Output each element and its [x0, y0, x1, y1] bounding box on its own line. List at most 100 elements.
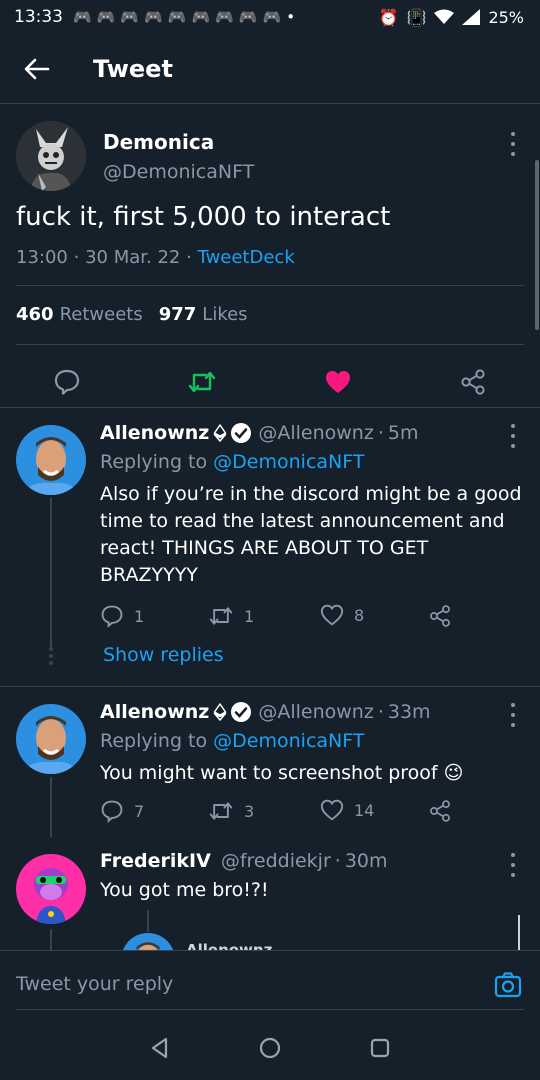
nav-recents-button[interactable] — [368, 1036, 392, 1060]
reply-author-handle[interactable]: @freddiekjr — [221, 850, 331, 872]
share-button[interactable] — [457, 366, 489, 398]
reply-header: Allenownz @Allenownz · 33m — [100, 701, 431, 723]
ethereum-icon — [214, 703, 227, 721]
user-avatar-image — [121, 933, 175, 950]
avatar[interactable] — [121, 933, 175, 950]
heart-icon — [320, 799, 344, 821]
reply-button[interactable]: 7 — [100, 799, 144, 823]
show-replies-link[interactable]: Show replies — [103, 644, 224, 666]
more-options-icon[interactable] — [508, 132, 518, 156]
more-options-icon[interactable] — [508, 853, 518, 877]
reply-icon — [101, 605, 123, 628]
demon-avatar-image — [16, 121, 86, 191]
signal-icon — [462, 9, 481, 25]
vibrate-icon: 📳 — [406, 7, 427, 27]
reply-author-name[interactable]: FrederikIV — [100, 850, 211, 872]
thread-line — [50, 777, 52, 837]
reply-text: You might want to screenshot proof 😉 — [100, 762, 464, 784]
nested-scroll-indicator — [518, 915, 520, 950]
notification-icon: 🎮 — [191, 7, 211, 26]
reply-author-handle[interactable]: @Allenownz — [258, 701, 373, 723]
thread-line — [50, 929, 52, 950]
reply-author-name[interactable]: Allenownz — [100, 701, 209, 723]
like-button[interactable] — [322, 366, 354, 398]
retweet-button[interactable] — [186, 366, 218, 398]
retweets-count[interactable]: 460 — [16, 304, 54, 325]
retweet-button[interactable]: 3 — [208, 799, 254, 823]
reply-icon — [54, 369, 80, 395]
nav-home-button[interactable] — [258, 1036, 282, 1060]
nested-author-name[interactable]: Allenownz — [186, 941, 272, 950]
reply-tweet[interactable]: FrederikIV @freddiekjr · 30m You got me … — [0, 837, 540, 950]
reply-tweet[interactable]: Allenownz @Allenownz · 33m Replying to @… — [0, 687, 540, 837]
app-header: Tweet — [0, 34, 540, 104]
retweet-button[interactable]: 1 — [208, 604, 254, 628]
notification-icon: 🎮 — [96, 7, 116, 26]
reply-actions: 7 3 14 — [100, 799, 500, 823]
separator: · — [377, 422, 384, 444]
reply-button[interactable]: 1 — [100, 604, 144, 628]
ape-avatar-image — [16, 854, 86, 924]
more-options-icon[interactable] — [508, 703, 518, 727]
notification-icon: 🎮 — [120, 7, 140, 26]
verified-badge-icon — [231, 702, 252, 722]
retweets-label[interactable]: Retweets — [60, 304, 143, 325]
user-avatar-image — [16, 704, 86, 774]
notification-icon: 🎮 — [238, 7, 258, 26]
share-button[interactable] — [428, 799, 452, 823]
reply-header: FrederikIV @freddiekjr · 30m — [100, 850, 388, 872]
reply-age: 30m — [344, 850, 388, 872]
nav-back-button[interactable] — [148, 1036, 172, 1060]
share-button[interactable] — [428, 604, 452, 628]
retweet-icon — [209, 802, 233, 820]
system-nav-bar — [0, 1014, 540, 1080]
reply-author-name[interactable]: Allenownz — [100, 422, 209, 444]
tweet-source-link[interactable]: TweetDeck — [198, 247, 295, 268]
like-button[interactable]: 8 — [320, 604, 364, 626]
retweet-icon — [209, 607, 233, 625]
reply-text: You got me bro!?! — [100, 879, 269, 901]
replying-prefix: Replying to — [100, 451, 208, 473]
reply-tweet[interactable]: Allenownz @Allenownz · 5m Replying to @D… — [0, 408, 540, 686]
tweet-actions — [0, 360, 540, 406]
replying-to-handle[interactable]: @DemonicaNFT — [213, 730, 364, 752]
notification-icon: 🎮 — [144, 7, 163, 26]
user-avatar-image — [16, 425, 86, 495]
replying-prefix: Replying to — [100, 730, 208, 752]
status-bar: 13:33 🎮 🎮 🎮 🎮 🎮 🎮 🎮 🎮 🎮 • ⏰ 📳 25% — [0, 0, 540, 34]
tweet-meta: 13:00 · 30 Mar. 22 · TweetDeck — [16, 247, 295, 268]
avatar[interactable] — [16, 854, 86, 924]
divider — [16, 285, 524, 286]
avatar[interactable] — [16, 704, 86, 774]
heart-icon — [320, 604, 344, 626]
notification-icon: 🎮 — [215, 7, 234, 26]
reply-author-handle[interactable]: @Allenownz — [258, 422, 373, 444]
replying-to-handle[interactable]: @DemonicaNFT — [213, 451, 364, 473]
like-count: 14 — [354, 800, 375, 820]
author-handle[interactable]: @DemonicaNFT — [103, 161, 254, 183]
reply-button[interactable] — [51, 366, 83, 398]
more-options-icon[interactable] — [508, 424, 518, 448]
like-button[interactable]: 14 — [320, 799, 374, 821]
reply-text: Also if you’re in the discord might be a… — [100, 483, 522, 586]
likes-count[interactable]: 977 — [159, 304, 197, 325]
square-recents-icon — [370, 1038, 390, 1058]
avatar[interactable] — [16, 121, 86, 191]
retweet-count: 1 — [244, 606, 255, 626]
likes-label[interactable]: Likes — [202, 304, 247, 325]
avatar[interactable] — [16, 425, 86, 495]
divider — [16, 344, 524, 345]
replying-to: Replying to @DemonicaNFT — [100, 730, 364, 752]
author-name[interactable]: Demonica — [103, 130, 214, 154]
notification-icon: 🎮 — [167, 7, 187, 26]
reply-actions: 1 1 8 — [100, 604, 500, 628]
tweet-stats: 460 Retweets 977 Likes — [16, 304, 248, 325]
camera-button[interactable] — [494, 971, 522, 999]
reply-input[interactable]: Tweet your reply — [16, 973, 173, 995]
like-count: 8 — [354, 605, 365, 625]
replying-to: Replying to @DemonicaNFT — [100, 451, 364, 473]
separator: · — [377, 701, 384, 723]
back-button[interactable] — [19, 51, 55, 87]
notification-icon: 🎮 — [73, 7, 92, 26]
scrollbar-thumb[interactable] — [535, 160, 539, 330]
